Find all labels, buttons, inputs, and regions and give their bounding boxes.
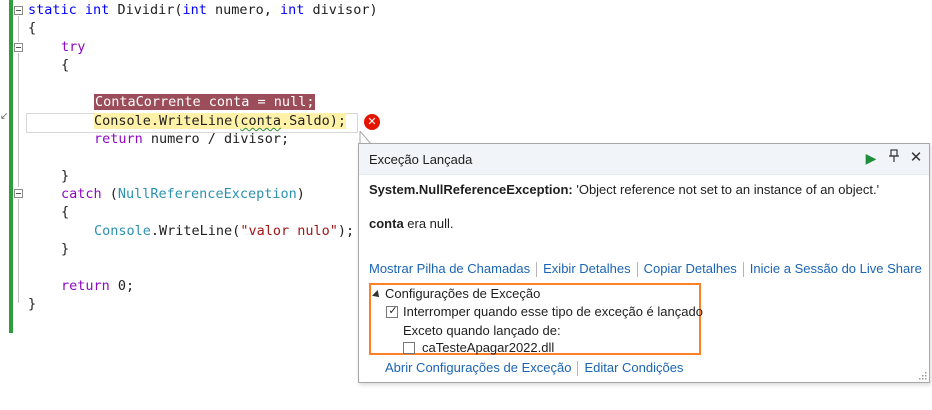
copy-details-link[interactable]: Copiar Detalhes [644,261,737,276]
show-call-stack-link[interactable]: Mostrar Pilha de Chamadas [369,261,530,276]
pin-icon[interactable] [885,149,903,167]
checkmark-icon: ✓ [388,304,398,317]
code-line-current-statement: Console.WriteLine(conta.Saldo); [94,113,346,129]
code-line: { [61,204,70,220]
start-live-share-link[interactable]: Inicie a Sessão do Live Share [750,261,922,276]
open-exception-settings-link[interactable]: Abrir Configurações de Exceção [385,360,571,375]
except-when-thrown-from-label: Exceto quando lançado de: [403,323,561,338]
fold-guide [18,16,19,42]
exception-helper-popup: Exceção Lançada ▶ ✕ System.NullReference… [358,143,930,383]
exception-message: 'Object reference not set to an instance… [572,182,880,197]
fold-guide [18,199,19,303]
null-variable-name: conta [369,216,404,231]
link-divider [742,262,744,278]
code-line-return-zero: return 0; [61,278,135,294]
break-when-thrown-checkbox[interactable]: ✓ [386,304,398,318]
fold-guide [18,53,19,187]
edit-conditions-link[interactable]: Editar Condições [584,360,683,375]
code-line-return: return numero / divisor; [94,131,290,147]
code-line: } [61,168,70,184]
dll-exception-checkbox[interactable] [403,342,415,354]
action-links: Mostrar Pilha de Chamadas Exibir Detalhes… [369,261,922,278]
dll-name-label: caTesteApagar2022.dll [422,340,555,355]
settings-links: Abrir Configurações de Exceção Editar Con… [385,360,683,377]
exception-error-icon[interactable]: ✕ [364,114,380,130]
exception-type: System.NullReferenceException: [369,182,573,197]
close-icon[interactable]: ✕ [907,149,925,167]
null-variable-info: conta era null. [369,216,454,231]
code-line: { [61,57,70,73]
code-line-console-writeline: Console.WriteLine("valor nulo"); [94,223,355,239]
code-editor[interactable]: static int Dividir(int numero, int divis… [0,0,378,312]
code-line: { [28,20,37,36]
expand-triangle-icon [372,289,382,300]
code-line-method-signature: static int Dividir(int numero, int divis… [28,2,378,18]
link-divider [536,262,538,278]
resize-grip-icon[interactable] [917,370,927,380]
popup-header: Exceção Lançada ▶ ✕ [359,144,929,175]
exception-description: System.NullReferenceException: 'Object r… [369,182,879,197]
continue-play-icon[interactable]: ▶ [862,149,880,167]
view-details-link[interactable]: Exibir Detalhes [543,261,630,276]
link-divider [577,361,579,377]
popup-title: Exceção Lançada [369,152,473,167]
link-divider [636,262,638,278]
code-line-catch: catch (NullReferenceException) [61,186,305,202]
code-line-breakpoint-highlight: ContaCorrente conta = null; [94,94,316,110]
code-line-try: try [61,39,86,55]
break-when-thrown-label: Interromper quando esse tipo de exceção … [403,304,703,319]
code-line: } [61,241,70,257]
exception-settings-header[interactable]: Configurações de Exceção [372,286,540,301]
code-line: } [28,296,37,312]
